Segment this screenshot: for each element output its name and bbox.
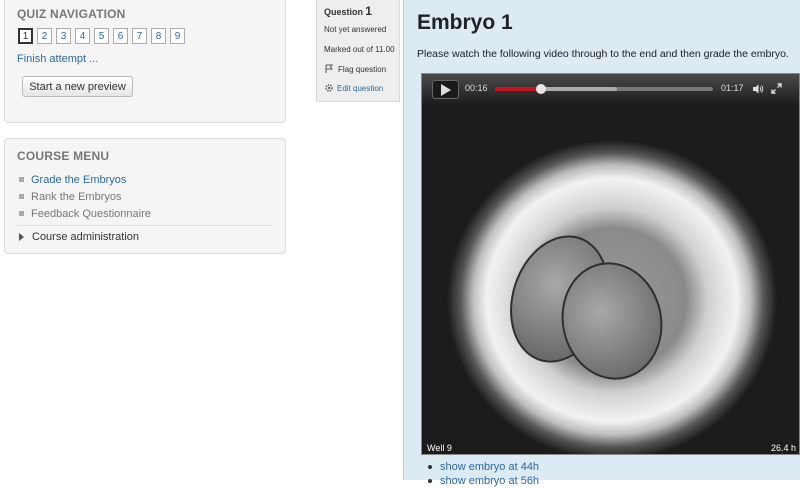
show-embryo-link-label: show embryo at 56h [440, 475, 540, 487]
bullet-icon [428, 465, 432, 469]
question-button-9[interactable]: 9 [170, 28, 185, 44]
question-button-1[interactable]: 1 [18, 28, 33, 44]
show-embryo-link-56h[interactable]: show embryo at 56h [428, 474, 539, 488]
question-number: 1 [365, 4, 372, 18]
course-menu-item-label: Rank the Embryos [31, 190, 122, 203]
question-label: Question [324, 7, 364, 17]
course-administration-label: Course administration [32, 231, 139, 243]
embryo-video-frame: Well 9 26.4 h [422, 104, 799, 454]
fullscreen-icon[interactable] [771, 83, 782, 94]
course-menu-item-label: Feedback Questionnaire [31, 207, 151, 220]
video-current-time: 00:16 [465, 83, 488, 93]
course-administration-item[interactable]: Course administration [19, 231, 139, 243]
question-button-4[interactable]: 4 [75, 28, 90, 44]
edit-question-link[interactable]: Edit question [324, 83, 383, 93]
divider [17, 225, 273, 226]
video-controls: 00:16 01:17 [422, 74, 799, 104]
quiz-navigation-block: QUIZ NAVIGATION 1 2 3 4 5 6 7 8 9 Finish… [4, 0, 286, 123]
edit-question-label: Edit question [337, 83, 384, 93]
question-text: Please watch the following video through… [417, 48, 789, 60]
question-button-2[interactable]: 2 [37, 28, 52, 44]
bullet-icon [19, 177, 24, 182]
volume-icon[interactable] [752, 83, 764, 95]
question-info-panel: Question 1 Not yet answered Marked out o… [316, 0, 400, 102]
bullet-icon [19, 194, 24, 199]
video-duration: 01:17 [721, 83, 744, 93]
question-button-7[interactable]: 7 [132, 28, 147, 44]
show-embryo-link-label: show embryo at 44h [440, 461, 540, 473]
question-button-8[interactable]: 8 [151, 28, 166, 44]
course-menu-item-grade[interactable]: Grade the Embryos [19, 171, 151, 188]
question-content: Embryo 1 Please watch the following vide… [403, 0, 800, 487]
show-embryo-link-44h[interactable]: show embryo at 44h [428, 460, 539, 474]
course-menu-list: Grade the Embryos Rank the Embryos Feedb… [19, 171, 151, 222]
video-seek-bar[interactable] [495, 84, 713, 94]
well-label: Well 9 [427, 443, 452, 453]
expand-arrow-icon [19, 233, 24, 241]
quiz-navigation-title: QUIZ NAVIGATION [17, 7, 126, 21]
flag-icon [325, 64, 333, 73]
question-number-heading: Question 1 [324, 4, 372, 18]
flag-question-link[interactable]: Flag question [324, 64, 386, 74]
video-player[interactable]: 00:16 01:17 Well 9 26.4 h [421, 73, 800, 455]
bullet-icon [19, 211, 24, 216]
embryo-links: show embryo at 44h show embryo at 56h [428, 460, 539, 488]
question-button-5[interactable]: 5 [94, 28, 109, 44]
play-icon [440, 83, 451, 96]
course-menu-item-feedback[interactable]: Feedback Questionnaire [19, 205, 151, 222]
gear-icon [325, 84, 333, 92]
video-seek-handle[interactable] [535, 84, 546, 94]
finish-attempt-link[interactable]: Finish attempt ... [17, 53, 98, 65]
video-progress-bar [495, 87, 541, 91]
course-menu-title: COURSE MENU [17, 149, 110, 163]
play-button[interactable] [432, 80, 459, 99]
question-button-6[interactable]: 6 [113, 28, 128, 44]
question-button-3[interactable]: 3 [56, 28, 71, 44]
start-new-preview-button[interactable]: Start a new preview [22, 76, 133, 97]
question-state: Not yet answered [324, 25, 387, 34]
question-title: Embryo 1 [417, 11, 513, 34]
course-menu-item-rank[interactable]: Rank the Embryos [19, 188, 151, 205]
question-number-buttons: 1 2 3 4 5 6 7 8 9 [18, 28, 185, 44]
course-menu-item-label: Grade the Embryos [31, 173, 127, 186]
question-marks: Marked out of 11.00 [324, 45, 395, 54]
time-label: 26.4 h [770, 443, 796, 453]
flag-question-label: Flag question [338, 64, 387, 74]
course-menu-block: COURSE MENU Grade the Embryos Rank the E… [4, 138, 286, 254]
